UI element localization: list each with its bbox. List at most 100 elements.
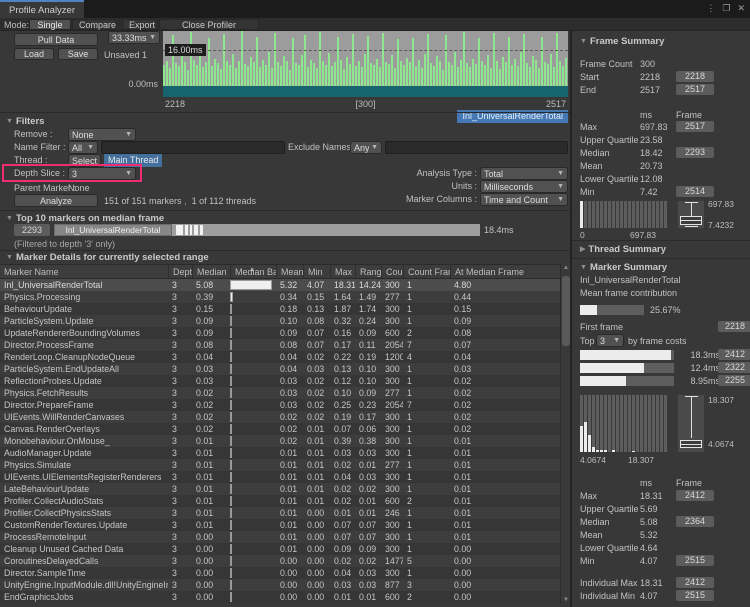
table-row[interactable]: Cleanup Unused Cached Data30.000.010.000… [0,543,560,555]
median-bar-cell [230,399,276,411]
frame-link-button[interactable]: 2364 [676,516,714,527]
frame-link-button[interactable]: 2255 [718,375,750,386]
save-button[interactable]: Save [58,48,98,60]
column-min[interactable]: Min [303,265,330,278]
mode-compare-button[interactable]: Compare [72,19,116,30]
top10-marker-segment[interactable] [176,225,183,235]
table-row[interactable]: Director.PrepareFrame30.020.030.020.250.… [0,399,560,411]
maximize-icon[interactable]: ❐ [722,3,730,14]
table-row[interactable]: EndGraphicsJobs30.000.000.000.010.016002… [0,591,560,603]
marker-summary-header[interactable]: ▼Marker Summary [580,262,667,273]
frame-link-button[interactable]: 2514 [676,186,714,197]
table-row[interactable]: ParticleSystem.Update30.090.100.080.320.… [0,315,560,327]
column-mean[interactable]: Mean [276,265,303,278]
analyze-button[interactable]: Analyze [14,194,98,207]
tab-profile-analyzer[interactable]: Profile Analyzer [0,0,84,18]
column-count-frame[interactable]: Count Frame [403,265,450,278]
table-cell: Monobehaviour.OnMouse_ [0,435,168,447]
top10-bar-track[interactable]: Inl_UniversalRenderTotal [54,224,480,236]
frame-link-button[interactable]: 2218 [676,71,714,82]
column-median-bar[interactable]: ▲Median Bar [230,265,276,278]
analysis-type-dropdown[interactable]: Total▼ [480,167,568,180]
frame-link-button[interactable]: 2322 [718,362,750,373]
close-icon[interactable]: ✕ [737,3,745,14]
menu-icon[interactable]: ⋮ [706,3,715,14]
table-row[interactable]: Physics.Processing30.390.340.151.641.492… [0,291,560,303]
frame-link-button[interactable]: 2412 [718,349,750,360]
frame-link-button[interactable]: 2517 [676,84,714,95]
analysis-type-label: Analysis Type : [330,167,477,180]
load-button[interactable]: Load [14,48,54,60]
export-button[interactable]: Export [122,19,157,30]
table-row[interactable]: LateBehaviourUpdate30.010.010.010.020.02… [0,483,560,495]
exclude-names-dropdown[interactable]: Any▼ [350,141,382,154]
column-at-median-frame[interactable]: At Median Frame [450,265,560,278]
table-row[interactable]: UIEvents.WillRenderCanvases30.020.020.02… [0,411,560,423]
top10-marker-segment[interactable] [190,225,192,235]
table-row[interactable]: ProcessRemoteInput30.000.010.000.070.073… [0,531,560,543]
median-bar-cell [230,363,276,375]
thread-summary-header[interactable]: ▶Thread Summary [580,244,666,255]
table-row[interactable]: Inl_UniversalRenderTotal35.085.324.0718.… [0,279,560,291]
remove-dropdown[interactable]: None▼ [68,128,136,141]
table-row[interactable]: Physics.Simulate30.010.010.010.020.01277… [0,459,560,471]
frame-summary-header[interactable]: ▼Frame Summary [580,36,664,47]
top10-first-segment[interactable]: Inl_UniversalRenderTotal [54,224,172,236]
column-marker-name[interactable]: Marker Name [0,265,168,278]
pull-data-button[interactable]: Pull Data [14,33,98,46]
histogram-fill [580,426,583,452]
marker-details-header[interactable]: ▼Marker Details for currently selected r… [6,252,209,263]
marker-table-header[interactable]: Marker Name Depth Median ▲Median Bar Mea… [0,264,560,279]
table-scrollbar[interactable]: ▲ ▼ [560,264,570,604]
frame-link-button[interactable]: 2293 [676,147,714,158]
close-profiler-window-button[interactable]: Close Profiler Window [159,19,259,30]
table-row[interactable]: Profiler.CollectAudioStats30.010.010.010… [0,495,560,507]
table-row[interactable]: Director.SampleTime30.000.000.000.040.03… [0,567,560,579]
scrollbar-thumb[interactable] [562,276,570,346]
table-row[interactable]: Director.ProcessFrame30.080.080.070.170.… [0,339,560,351]
frame-link-button[interactable]: 2218 [718,321,750,332]
column-range[interactable]: Range [355,265,381,278]
scale-dropdown[interactable]: 33.33ms ▼ [108,31,160,44]
table-row[interactable]: CustomRenderTextures.Update30.010.010.00… [0,519,560,531]
table-cell: 2 [403,495,450,507]
summary-label: Upper Quartile [580,503,639,515]
top-n-dropdown[interactable]: 3▼ [596,334,624,347]
table-row[interactable]: Profiler.CollectPhysicsStats30.010.010.0… [0,507,560,519]
table-row[interactable]: AudioManager.Update30.010.010.010.030.03… [0,447,560,459]
table-cell: 0.02 [450,423,560,435]
column-median[interactable]: Median [192,265,230,278]
table-row[interactable]: Monobehaviour.OnMouse_30.010.020.010.390… [0,435,560,447]
frame-link-button[interactable]: 2515 [676,555,714,566]
units-dropdown[interactable]: Milliseconds▼ [480,180,568,193]
top10-marker-segment[interactable] [200,225,203,235]
table-row[interactable]: ReflectionProbes.Update30.030.030.020.12… [0,375,560,387]
column-count[interactable]: Count [381,265,403,278]
top10-marker-segment[interactable] [185,225,188,235]
table-row[interactable]: CoroutinesDelayedCalls30.000.000.000.020… [0,555,560,567]
name-filter-dropdown[interactable]: All▼ [68,141,98,154]
mode-single-button[interactable]: Single [29,19,71,30]
marker-columns-dropdown[interactable]: Time and Count▼ [480,193,568,206]
exclude-names-input[interactable] [385,141,568,154]
frames-chart[interactable]: 16.00ms [163,31,568,97]
top10-marker-segment[interactable] [194,225,198,235]
table-row[interactable]: Canvas.RenderOverlays30.020.020.010.070.… [0,423,560,435]
table-row[interactable]: UnityEngine.InputModule.dll!UnityEngineI… [0,579,560,591]
frame-link-button[interactable]: 2517 [676,121,714,132]
name-filter-input[interactable] [101,141,285,154]
column-depth[interactable]: Depth [168,265,192,278]
table-row[interactable]: UpdateRendererBoundingVolumes30.090.090.… [0,327,560,339]
table-row[interactable]: UIEvents.UIElementsRegisterRenderers30.0… [0,471,560,483]
column-max[interactable]: Max [330,265,355,278]
top10-frame-button[interactable]: 2293 [14,224,50,236]
frame-link-button[interactable]: 2412 [676,490,714,501]
filters-header[interactable]: ▼Filters [6,116,44,127]
table-row[interactable]: BehaviourUpdate30.150.180.131.871.743001… [0,303,560,315]
table-row[interactable]: ParticleSystem.EndUpdateAll30.030.040.03… [0,363,560,375]
table-row[interactable]: Physics.FetchResults30.020.030.020.100.0… [0,387,560,399]
frame-link-button[interactable]: 2515 [676,590,714,601]
frame-link-button[interactable]: 2412 [676,577,714,588]
top10-header[interactable]: ▼Top 10 markers on median frame [6,213,164,224]
table-row[interactable]: RenderLoop.CleanupNodeQueue30.040.040.02… [0,351,560,363]
